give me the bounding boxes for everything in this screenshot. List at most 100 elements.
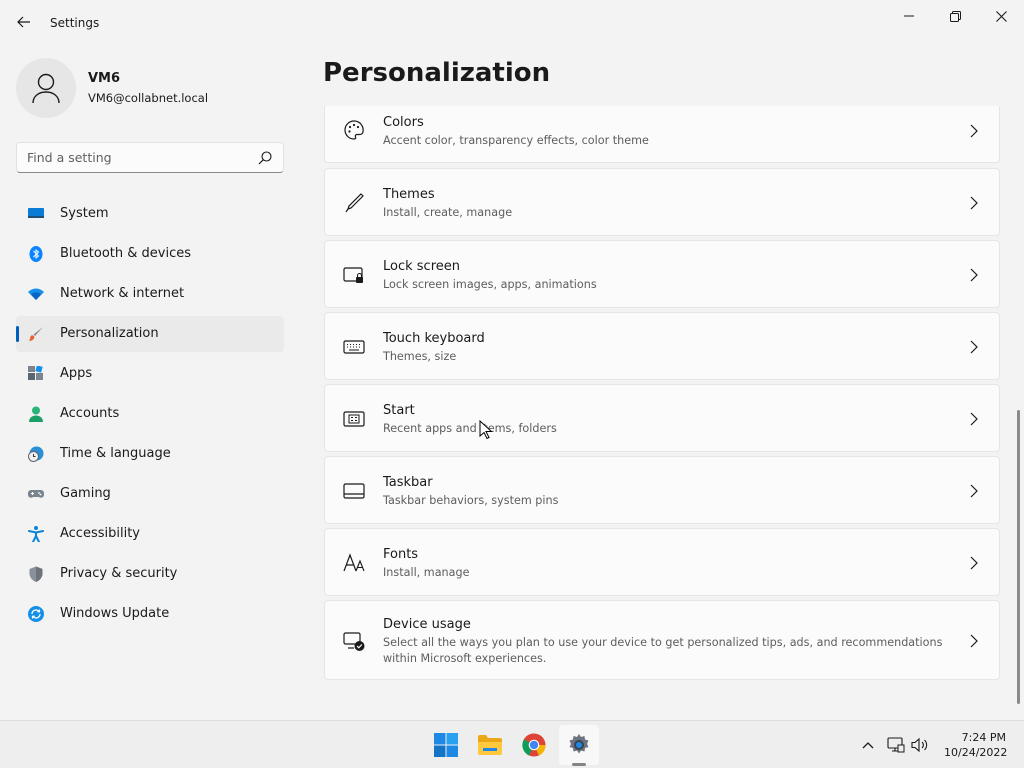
card-subtitle: Recent apps and items, folders bbox=[383, 422, 557, 435]
minimize-button[interactable] bbox=[886, 4, 932, 28]
search-box[interactable] bbox=[16, 142, 284, 173]
card-subtitle: Install, manage bbox=[383, 566, 470, 579]
sidebar-item-windows-update[interactable]: Windows Update bbox=[16, 596, 284, 632]
chrome-icon bbox=[522, 733, 546, 757]
start-button[interactable] bbox=[426, 725, 466, 765]
sidebar-item-label: Accounts bbox=[60, 406, 120, 421]
apps-icon bbox=[28, 366, 43, 380]
file-explorer-button[interactable] bbox=[470, 725, 510, 765]
card-start[interactable]: Start Recent apps and items, folders bbox=[324, 384, 1000, 452]
speaker-icon bbox=[911, 737, 928, 753]
sidebar-item-label: System bbox=[60, 206, 109, 221]
network-ethernet-icon bbox=[887, 737, 905, 753]
sidebar-item-network[interactable]: Network & internet bbox=[16, 276, 284, 312]
restore-icon bbox=[949, 10, 961, 22]
fonts-icon bbox=[343, 553, 365, 572]
app-title: Settings bbox=[50, 16, 100, 30]
card-title: Themes bbox=[383, 187, 435, 202]
chevron-right-icon bbox=[970, 268, 978, 282]
chevron-right-icon bbox=[970, 412, 978, 426]
sidebar-item-apps[interactable]: Apps bbox=[16, 356, 284, 392]
taskbar-clock[interactable]: 7:24 PM 10/24/2022 bbox=[944, 730, 1008, 760]
clock-date: 10/24/2022 bbox=[944, 746, 1008, 759]
taskbar-icon bbox=[343, 483, 365, 499]
chevron-right-icon bbox=[970, 196, 978, 210]
sidebar-item-personalization[interactable]: Personalization bbox=[16, 316, 284, 352]
user-profile[interactable]: VM6 VM6@collabnet.local bbox=[16, 58, 286, 118]
card-touch-keyboard[interactable]: Touch keyboard Themes, size bbox=[324, 312, 1000, 380]
chevron-right-icon bbox=[970, 634, 978, 648]
chrome-button[interactable] bbox=[514, 725, 554, 765]
sidebar-item-label: Time & language bbox=[60, 446, 171, 461]
sidebar-item-bluetooth[interactable]: Bluetooth & devices bbox=[16, 236, 284, 272]
chevron-right-icon bbox=[970, 340, 978, 354]
search-icon[interactable] bbox=[257, 150, 273, 166]
settings-button[interactable] bbox=[559, 725, 599, 765]
scrollbar[interactable] bbox=[1017, 410, 1020, 704]
card-subtitle: Themes, size bbox=[383, 350, 457, 363]
sidebar-item-label: Privacy & security bbox=[60, 566, 178, 581]
card-themes[interactable]: Themes Install, create, manage bbox=[324, 168, 1000, 236]
close-icon bbox=[995, 10, 1007, 22]
taskbar: 7:24 PM 10/24/2022 bbox=[0, 720, 1024, 768]
settings-icon bbox=[569, 734, 589, 754]
settings-card-list: Colors Accent color, transparency effect… bbox=[324, 106, 1000, 720]
keyboard-icon bbox=[343, 340, 365, 354]
windows-start-icon bbox=[434, 733, 458, 757]
card-colors[interactable]: Colors Accent color, transparency effect… bbox=[324, 106, 1000, 163]
shield-icon bbox=[29, 566, 43, 582]
maximize-button[interactable] bbox=[932, 4, 978, 28]
card-fonts[interactable]: Fonts Install, manage bbox=[324, 528, 1000, 596]
sidebar-item-label: Personalization bbox=[60, 326, 159, 341]
accounts-icon bbox=[29, 406, 43, 422]
volume-tray-button[interactable] bbox=[910, 735, 930, 755]
search-input[interactable] bbox=[17, 143, 247, 172]
card-subtitle: Select all the ways you plan to use your… bbox=[383, 636, 943, 665]
bluetooth-icon bbox=[29, 246, 43, 262]
sidebar-item-accessibility[interactable]: Accessibility bbox=[16, 516, 284, 552]
card-lock-screen[interactable]: Lock screen Lock screen images, apps, an… bbox=[324, 240, 1000, 308]
clock-time: 7:24 PM bbox=[961, 731, 1006, 744]
card-subtitle: Lock screen images, apps, animations bbox=[383, 278, 597, 291]
card-taskbar[interactable]: Taskbar Taskbar behaviors, system pins bbox=[324, 456, 1000, 524]
sidebar-item-gaming[interactable]: Gaming bbox=[16, 476, 284, 512]
user-email: VM6@collabnet.local bbox=[88, 91, 209, 105]
mouse-cursor-icon bbox=[479, 420, 493, 440]
card-device-usage[interactable]: Device usage Select all the ways you pla… bbox=[324, 600, 1000, 680]
start-icon bbox=[343, 411, 365, 427]
card-subtitle: Install, create, manage bbox=[383, 206, 513, 219]
card-subtitle: Accent color, transparency effects, colo… bbox=[383, 134, 649, 147]
chevron-up-icon bbox=[862, 742, 874, 749]
sidebar-item-system[interactable]: System bbox=[16, 196, 284, 232]
card-title: Fonts bbox=[383, 547, 419, 562]
card-title: Taskbar bbox=[383, 475, 433, 490]
lock-screen-icon bbox=[343, 267, 363, 283]
sidebar-item-privacy-security[interactable]: Privacy & security bbox=[16, 556, 284, 592]
page-title: Personalization bbox=[323, 58, 551, 88]
card-title: Colors bbox=[383, 115, 424, 130]
close-button[interactable] bbox=[978, 4, 1024, 28]
sidebar-item-label: Apps bbox=[60, 366, 93, 381]
brush-icon bbox=[29, 327, 43, 341]
accessibility-icon bbox=[28, 526, 44, 542]
network-tray-button[interactable] bbox=[886, 735, 906, 755]
active-app-indicator bbox=[572, 763, 586, 766]
pen-icon bbox=[345, 193, 364, 213]
sidebar-item-label: Accessibility bbox=[60, 526, 140, 541]
sidebar-item-label: Windows Update bbox=[60, 606, 170, 621]
sidebar-item-accounts[interactable]: Accounts bbox=[16, 396, 284, 432]
user-icon bbox=[32, 73, 60, 104]
sidebar-item-time-language[interactable]: Time & language bbox=[16, 436, 284, 472]
card-title: Touch keyboard bbox=[383, 331, 485, 346]
show-hidden-icons-button[interactable] bbox=[858, 735, 878, 755]
back-button[interactable] bbox=[12, 10, 36, 34]
sidebar-item-label: Network & internet bbox=[60, 286, 185, 301]
card-title: Start bbox=[383, 403, 415, 418]
sidebar-item-label: Bluetooth & devices bbox=[60, 246, 191, 261]
card-subtitle: Taskbar behaviors, system pins bbox=[383, 494, 559, 507]
gamepad-icon bbox=[28, 490, 44, 498]
avatar bbox=[16, 58, 76, 118]
file-explorer-icon bbox=[478, 735, 502, 755]
back-arrow-icon bbox=[17, 16, 30, 28]
chevron-right-icon bbox=[970, 124, 978, 138]
